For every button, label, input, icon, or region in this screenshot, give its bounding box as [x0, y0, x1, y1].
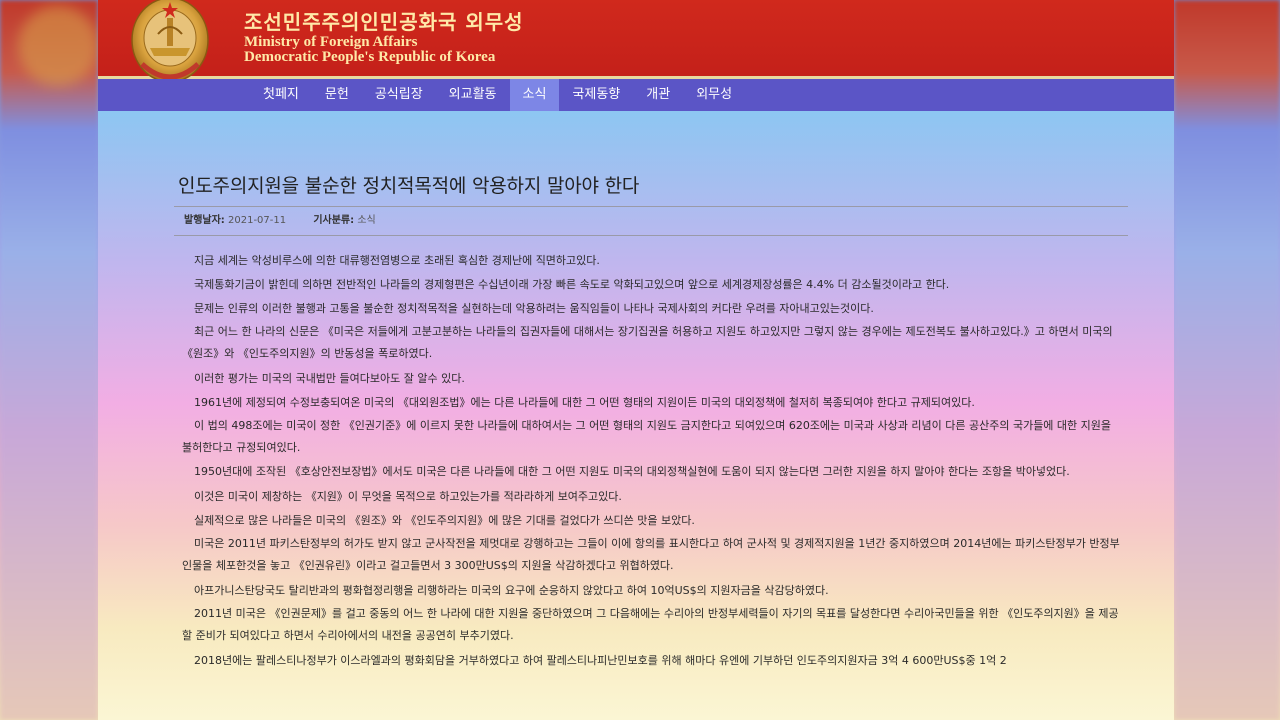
site-title-english-line2: Democratic People's Republic of Korea: [244, 49, 496, 65]
right-blurred-background: [1174, 0, 1280, 720]
paragraph: 실제적으로 많은 나라들은 미국의 《원조》와 《인도주의지원》에 많은 기대를…: [194, 514, 695, 527]
site-header: 조선민주주의인민공화국 외무성 Ministry of Foreign Affa…: [98, 0, 1174, 83]
site-title-korean: 조선민주주의인민공화국 외무성: [244, 10, 524, 34]
paragraph: 최근 어느 한 나라의 신문은 《미국은 저들에게 고분고분하는 나라들의 집권…: [182, 325, 1113, 360]
nav-item-documents[interactable]: 문헌: [312, 79, 362, 111]
paragraph: 이것은 미국이 제창하는 《지원》이 무엇을 목적으로 하고있는가를 적라라하게…: [194, 490, 622, 503]
page-frame: 조선민주주의인민공화국 외무성 Ministry of Foreign Affa…: [98, 0, 1174, 720]
paragraph: 국제통화기금이 밝힌데 의하면 전반적인 나라들의 경제형편은 수십년이래 가장…: [194, 278, 950, 291]
main-content: 인도주의지원을 불순한 정치적목적에 악용하지 말아야 한다 발행날자: 202…: [98, 111, 1174, 720]
main-navigation: 첫페지 문헌 공식립장 외교활동 소식 국제동향 개관 외무성: [98, 79, 1174, 111]
article-body: 지금 세계는 악성비루스에 의한 대류행전염병으로 초래된 혹심한 경제난에 직…: [182, 249, 1122, 673]
category-value[interactable]: 소식: [357, 215, 375, 226]
category-label: 기사분류:: [313, 215, 355, 226]
nav-item-ministry[interactable]: 외무성: [683, 79, 745, 111]
nav-item-home[interactable]: 첫페지: [250, 79, 312, 111]
article-title: 인도주의지원을 불순한 정치적목적에 악용하지 말아야 한다: [178, 175, 640, 197]
nav-item-diplomatic-activities[interactable]: 외교활동: [436, 79, 510, 111]
nav-item-official-position[interactable]: 공식립장: [362, 79, 436, 111]
paragraph: 1950년대에 조작된 《호상안전보장법》에서도 미국은 다른 나라들에 대한 …: [194, 465, 1070, 478]
paragraph: 이 법의 498조에는 미국이 정한 《인권기준》에 이르지 못한 나라들에 대…: [182, 419, 1112, 454]
date-label: 발행날자:: [184, 215, 225, 226]
paragraph: 2018년에는 팔레스티나정부가 이스라엘과의 평화회담을 거부하였다고 하여 …: [194, 654, 1007, 667]
nav-item-international-trends[interactable]: 국제동향: [559, 79, 633, 111]
nav-item-overview[interactable]: 개관: [633, 79, 683, 111]
paragraph: 지금 세계는 악성비루스에 의한 대류행전염병으로 초래된 혹심한 경제난에 직…: [194, 254, 600, 267]
paragraph: 미국은 2011년 파키스탄정부의 허가도 받지 않고 군사작전을 제멋대로 강…: [182, 537, 1120, 572]
article-meta: 발행날자: 2021-07-11 기사분류: 소식: [174, 206, 1128, 236]
left-blurred-background: [0, 0, 98, 720]
state-emblem-icon[interactable]: [128, 0, 212, 90]
blurred-emblem: [18, 6, 98, 86]
nav-item-news[interactable]: 소식: [509, 79, 560, 111]
date-value: 2021-07-11: [228, 215, 287, 226]
paragraph: 이러한 평가는 미국의 국내법만 들여다보아도 잘 알수 있다.: [194, 372, 465, 385]
paragraph: 2011년 미국은 《인권문제》를 걸고 중동의 어느 한 나라에 대한 지원을…: [182, 607, 1119, 642]
paragraph: 1961년에 제정되여 수정보충되여온 미국의 《대외원조법》에는 다른 나라들…: [194, 396, 975, 409]
paragraph: 문제는 인류의 이러한 불행과 고통을 불순한 정치적목적을 실현하는데 악용하…: [194, 302, 874, 315]
paragraph: 아프가니스탄당국도 탈리반과의 평화협정리행을 리행하라는 미국의 요구에 순응…: [194, 584, 829, 597]
